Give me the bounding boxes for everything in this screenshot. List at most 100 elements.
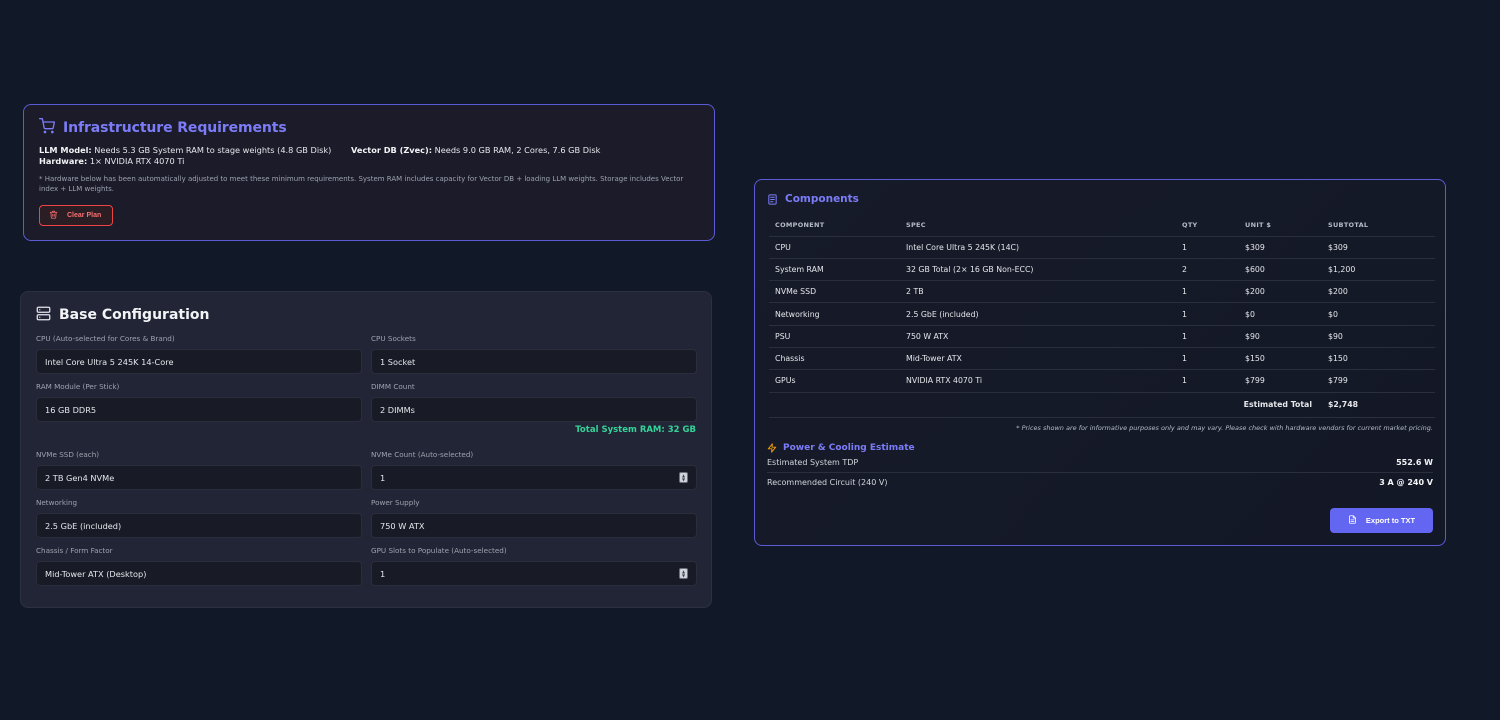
cell: NVIDIA RTX 4070 Ti xyxy=(900,369,1176,393)
cell: 1 xyxy=(1176,325,1239,348)
clear-plan-button[interactable]: Clear Plan xyxy=(39,205,114,226)
export-txt-button[interactable]: Export to TXT xyxy=(1330,508,1433,533)
estimated-total-label: Estimated Total xyxy=(769,392,1322,418)
requirements-title: Infrastructure Requirements xyxy=(63,120,287,136)
cell: $1,200 xyxy=(1322,258,1435,282)
list-icon xyxy=(767,190,778,209)
table-row: Chassis Mid-Tower ATX 1 $150 $150 xyxy=(769,347,1435,371)
table-row: PSU 750 W ATX 1 $90 $90 xyxy=(769,325,1435,348)
table-header-row: COMPONENT SPEC QTY UNIT $ SUBTOTAL xyxy=(769,214,1435,237)
nvme-count-field: NVMe Count (Auto-selected) 1 ▲ ▼ xyxy=(371,450,697,490)
clear-plan-label: Clear Plan xyxy=(67,212,102,219)
components-header: Components xyxy=(767,192,1433,206)
cell: 2 xyxy=(1176,258,1239,282)
cell: $799 xyxy=(1239,369,1322,393)
cell: Intel Core Ultra 5 245K (14C) xyxy=(900,236,1176,259)
nvme-count-label: NVMe Count (Auto-selected) xyxy=(371,450,474,459)
column-header: SUBTOTAL xyxy=(1322,214,1435,237)
cpu-sockets-select[interactable]: 1 Socket xyxy=(371,349,697,374)
chassis-select[interactable]: Mid-Tower ATX (Desktop) xyxy=(36,561,362,586)
circuit-label: Recommended Circuit (240 V) xyxy=(767,477,888,487)
cell: 32 GB Total (2× 16 GB Non-ECC) xyxy=(900,258,1176,282)
cpu-select[interactable]: Intel Core Ultra 5 245K 14-Core xyxy=(36,349,362,374)
cell: GPUs xyxy=(769,369,900,393)
circuit-value: 3 A @ 240 V xyxy=(1379,477,1433,487)
cell: $90 xyxy=(1239,325,1322,348)
cart-icon xyxy=(39,118,55,138)
table-row: Networking 2.5 GbE (included) 1 $0 $0 xyxy=(769,302,1435,326)
cpu-label: CPU (Auto-selected for Cores & Brand) xyxy=(36,334,175,343)
components-table: COMPONENT SPEC QTY UNIT $ SUBTOTAL CPU I… xyxy=(769,214,1435,418)
tdp-value: 552.6 W xyxy=(1396,458,1433,468)
gpu-slots-field: GPU Slots to Populate (Auto-selected) 1 … xyxy=(371,546,697,586)
export-label: Export to TXT xyxy=(1365,516,1416,525)
cell: $0 xyxy=(1239,302,1322,326)
cell: 2.5 GbE (included) xyxy=(900,302,1176,326)
trash-icon xyxy=(49,210,58,221)
bolt-icon xyxy=(767,438,777,457)
nvme-count-input[interactable]: 1 ▲ ▼ xyxy=(371,465,697,490)
document-icon xyxy=(1348,515,1357,526)
ram-module-field: RAM Module (Per Stick) 16 GB DDR5 xyxy=(36,382,362,422)
power-supply-select[interactable]: 750 W ATX xyxy=(371,513,697,538)
cell: 2 TB xyxy=(900,280,1176,304)
cell: $309 xyxy=(1239,236,1322,259)
total-system-ram: Total System RAM: 32 GB xyxy=(575,425,696,435)
cell: $150 xyxy=(1322,347,1435,371)
requirements-header: Infrastructure Requirements xyxy=(39,118,699,138)
cell: NVMe SSD xyxy=(769,280,900,304)
cell: $200 xyxy=(1239,280,1322,304)
cell: Chassis xyxy=(769,347,900,371)
llm-requirement: LLM Model: Needs 5.3 GB System RAM to st… xyxy=(39,145,332,155)
components-card: Components COMPONENT SPEC QTY UNIT $ SUB… xyxy=(754,179,1446,546)
cell: $799 xyxy=(1322,369,1435,393)
gpu-slots-input[interactable]: 1 ▲ ▼ xyxy=(371,561,697,586)
gpu-slots-stepper[interactable]: ▲ ▼ xyxy=(679,568,688,579)
estimated-total-value: $2,748 xyxy=(1322,392,1435,418)
price-disclaimer: * Prices shown are for informative purpo… xyxy=(1016,423,1433,432)
power-supply-field: Power Supply 750 W ATX xyxy=(371,498,697,538)
chassis-field: Chassis / Form Factor Mid-Tower ATX (Des… xyxy=(36,546,362,586)
nvme-field: NVMe SSD (each) 2 TB Gen4 NVMe xyxy=(36,450,362,490)
vector-db-requirement: Vector DB (Zvec): Needs 9.0 GB RAM, 2 Co… xyxy=(351,145,601,155)
cell: $600 xyxy=(1239,258,1322,282)
networking-select[interactable]: 2.5 GbE (included) xyxy=(36,513,362,538)
ram-module-select[interactable]: 16 GB DDR5 xyxy=(36,397,362,422)
dimm-count-select[interactable]: 2 DIMMs xyxy=(371,397,697,422)
table-row: NVMe SSD 2 TB 1 $200 $200 xyxy=(769,280,1435,304)
cell: 1 xyxy=(1176,302,1239,326)
cell: $0 xyxy=(1322,302,1435,326)
cpu-field: CPU (Auto-selected for Cores & Brand) In… xyxy=(36,334,362,374)
cell: 1 xyxy=(1176,369,1239,393)
cell: PSU xyxy=(769,325,900,348)
cpu-sockets-field: CPU Sockets 1 Socket xyxy=(371,334,697,374)
cell: Mid-Tower ATX xyxy=(900,347,1176,371)
cell: 750 W ATX xyxy=(900,325,1176,348)
circuit-row: Recommended Circuit (240 V) 3 A @ 240 V xyxy=(767,473,1433,492)
nvme-select[interactable]: 2 TB Gen4 NVMe xyxy=(36,465,362,490)
power-cooling-title: Power & Cooling Estimate xyxy=(783,442,915,453)
chassis-label: Chassis / Form Factor xyxy=(36,546,113,555)
power-cooling-header: Power & Cooling Estimate xyxy=(767,442,1433,454)
cell: $200 xyxy=(1322,280,1435,304)
networking-field: Networking 2.5 GbE (included) xyxy=(36,498,362,538)
base-config-header: Base Configuration xyxy=(36,306,696,324)
cell: Networking xyxy=(769,302,900,326)
base-config-title: Base Configuration xyxy=(59,307,210,323)
table-row: GPUs NVIDIA RTX 4070 Ti 1 $799 $799 xyxy=(769,369,1435,393)
table-row: System RAM 32 GB Total (2× 16 GB Non-ECC… xyxy=(769,258,1435,282)
column-header: SPEC xyxy=(900,214,1176,237)
infrastructure-requirements-card: Infrastructure Requirements LLM Model: N… xyxy=(23,104,715,241)
server-icon xyxy=(36,306,51,325)
dimm-count-field: DIMM Count 2 DIMMs xyxy=(371,382,697,422)
cell: 1 xyxy=(1176,236,1239,259)
requirements-note: * Hardware below has been automatically … xyxy=(39,175,684,193)
base-configuration-card: Base Configuration CPU (Auto-selected fo… xyxy=(20,291,712,608)
cpu-sockets-label: CPU Sockets xyxy=(371,334,416,343)
cell: 1 xyxy=(1176,347,1239,371)
table-row: CPU Intel Core Ultra 5 245K (14C) 1 $309… xyxy=(769,236,1435,259)
networking-label: Networking xyxy=(36,498,78,507)
nvme-count-stepper[interactable]: ▲ ▼ xyxy=(679,472,688,483)
column-header: UNIT $ xyxy=(1239,214,1322,237)
hardware-requirement: Hardware: 1× NVIDIA RTX 4070 Ti xyxy=(39,156,185,166)
